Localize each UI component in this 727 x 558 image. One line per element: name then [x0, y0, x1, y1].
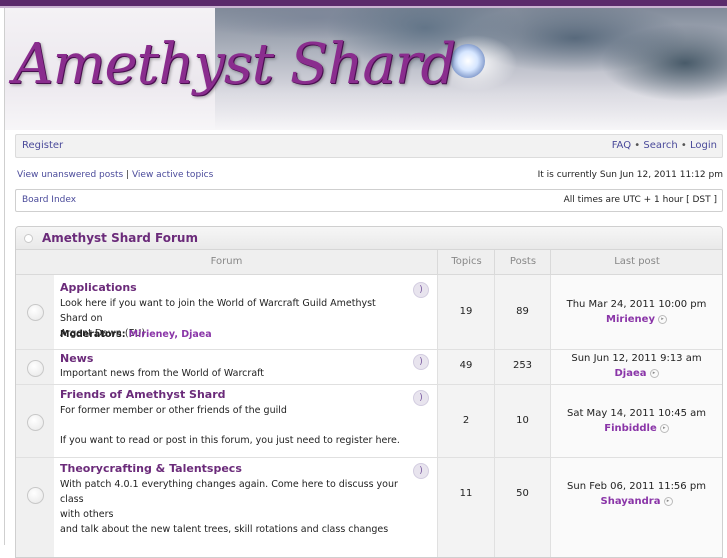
nav-bar: Register FAQ • Search • Login	[15, 134, 723, 158]
site-logo[interactable]: Amethyst Shard	[13, 32, 456, 97]
page: Amethyst Shard Register FAQ • Search • L…	[4, 8, 727, 558]
topics-count: 11	[459, 488, 473, 499]
rss-feed-icon[interactable]: )	[413, 390, 429, 406]
posts-count: 89	[516, 306, 529, 317]
goto-last-post-icon[interactable]: ▸	[649, 368, 659, 378]
faq-link[interactable]: FAQ	[612, 140, 631, 151]
column-header-posts: Posts	[494, 250, 551, 275]
goto-last-post-icon[interactable]: ▸	[659, 423, 669, 433]
last-post-date: Thu Mar 24, 2011 10:00 pm	[566, 299, 707, 310]
last-post-user[interactable]: Shayandra ▸	[551, 496, 722, 507]
last-post-user[interactable]: Finbiddle ▸	[551, 423, 722, 434]
goto-last-post-icon[interactable]: ▸	[657, 314, 667, 324]
last-post-date: Sat May 14, 2011 10:45 am	[566, 408, 706, 419]
search-link[interactable]: Search	[643, 140, 677, 151]
last-post-date: Sun Feb 06, 2011 11:56 pm	[567, 481, 706, 492]
site-banner[interactable]: Amethyst Shard	[5, 8, 727, 130]
column-header-last-post: Last post	[550, 250, 722, 275]
forum-title-friends[interactable]: Friends of Amethyst Shard	[60, 388, 226, 401]
forum-title-news[interactable]: News	[60, 352, 93, 365]
forum-read-icon	[27, 304, 44, 321]
topics-count: 19	[459, 306, 473, 317]
last-post-user[interactable]: Mirieney ▸	[551, 314, 722, 325]
topics-count: 2	[462, 415, 470, 426]
forum-read-icon	[27, 414, 44, 431]
board-index-link[interactable]: Board Index	[22, 195, 76, 205]
login-link[interactable]: Login	[690, 140, 717, 151]
timezone-info: All times are UTC + 1 hour [ DST ]	[563, 195, 717, 205]
moderator-links[interactable]: Mirieney, Djaea	[129, 329, 212, 340]
forum-title-theorycrafting[interactable]: Theorycrafting & Talentspecs	[60, 462, 242, 475]
posts-count: 10	[516, 415, 529, 426]
forum-row: News ) Important news from the World of …	[16, 350, 722, 385]
topics-count: 49	[459, 360, 473, 371]
column-header-forum: Forum	[16, 250, 437, 275]
category-title[interactable]: Amethyst Shard Forum	[42, 231, 198, 245]
rss-feed-icon[interactable]: )	[413, 354, 429, 370]
nav-separator: •	[634, 140, 641, 151]
current-time: It is currently Sun Jun 12, 2011 11:12 p…	[537, 170, 723, 180]
forum-row: Theorycrafting & Talentspecs ) With patc…	[16, 458, 722, 557]
forum-moderators: Moderators: Mirieney, Djaea	[60, 329, 212, 340]
nav-right: FAQ • Search • Login	[612, 140, 717, 151]
goto-last-post-icon[interactable]: ▸	[663, 496, 673, 506]
column-header-topics: Topics	[437, 250, 495, 275]
forum-category: Amethyst Shard Forum Forum Topics Posts …	[15, 226, 723, 558]
forum-description: Important news from the World of Warcraf…	[60, 368, 265, 379]
view-unanswered-link[interactable]: View unanswered posts	[17, 170, 123, 180]
forum-description: For former member or other friends of th…	[60, 405, 400, 446]
forum-read-icon	[27, 487, 44, 504]
quick-links: View unanswered posts | View active topi…	[17, 170, 213, 180]
rss-feed-icon[interactable]: )	[413, 463, 429, 479]
category-collapse-icon[interactable]	[24, 234, 33, 243]
search-links-row: View unanswered posts | View active topi…	[17, 170, 723, 184]
forum-row: Friends of Amethyst Shard ) For former m…	[16, 385, 722, 458]
link-separator: |	[126, 170, 130, 180]
posts-count: 50	[516, 488, 529, 499]
banner-glow-orb	[451, 44, 485, 78]
forum-row: Applications ) Look here if you want to …	[16, 275, 722, 350]
last-post-user[interactable]: Djaea ▸	[551, 368, 722, 379]
nav-separator: •	[680, 140, 687, 151]
forum-read-icon	[27, 360, 44, 377]
category-header: Amethyst Shard Forum	[16, 227, 722, 250]
forum-description: With patch 4.0.1 everything changes agai…	[60, 479, 398, 535]
register-link[interactable]: Register	[22, 140, 63, 151]
forum-title-applications[interactable]: Applications	[60, 281, 137, 294]
breadcrumb: Board Index All times are UTC + 1 hour […	[15, 189, 723, 212]
last-post-date: Sun Jun 12, 2011 9:13 am	[571, 353, 702, 364]
posts-count: 253	[512, 360, 533, 371]
rss-feed-icon[interactable]: )	[413, 282, 429, 298]
view-active-link[interactable]: View active topics	[132, 170, 213, 180]
